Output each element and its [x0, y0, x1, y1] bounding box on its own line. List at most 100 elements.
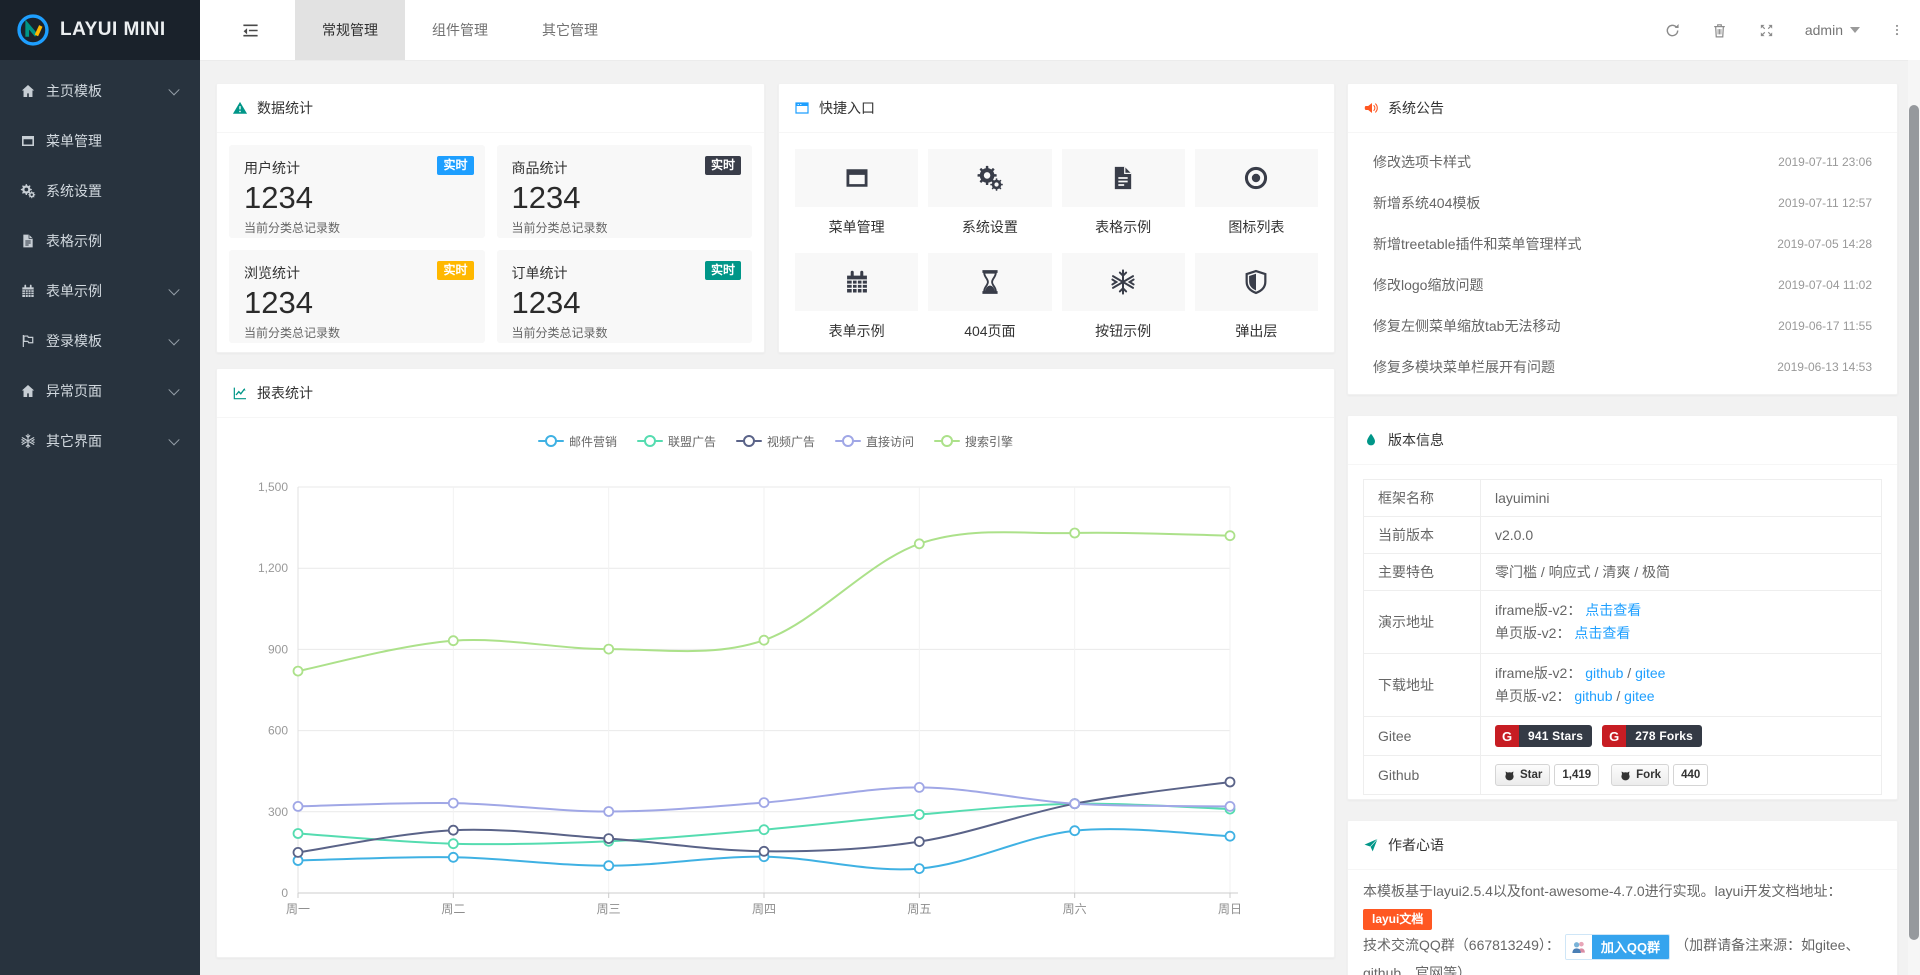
window-icon — [843, 164, 871, 192]
gitee-badge[interactable]: G278 Forks — [1602, 725, 1702, 747]
version-row-2: 主要特色零门槛 / 响应式 / 清爽 / 极简 — [1364, 554, 1882, 591]
stats-cards: 用户统计 1234 当前分类总记录数 实时 商品统计 1234 当前分类总记录数… — [217, 133, 764, 355]
kebab-menu-icon[interactable] — [1890, 21, 1904, 39]
legend-直接访问[interactable]: 直接访问 — [835, 433, 914, 450]
legend-marker-icon — [637, 435, 663, 447]
paper-plane-icon — [1363, 837, 1379, 853]
github-star-button[interactable]: Star — [1495, 764, 1550, 786]
flag-icon — [20, 333, 36, 349]
panel-title: 快捷入口 — [819, 98, 875, 118]
quick-label: 404页面 — [928, 321, 1051, 341]
panel-title: 版本信息 — [1388, 430, 1444, 450]
tab-其它管理[interactable]: 其它管理 — [515, 0, 625, 60]
notice-item-5[interactable]: 修复多模块菜单栏展开有问题 2019-06-13 14:53 — [1348, 346, 1897, 387]
sidebar: LAYUI MINI 主页模板 菜单管理 系统设置 表格示例 表单示例 登录模板… — [0, 0, 200, 975]
notice-item-3[interactable]: 修改logo缩放问题 2019-07-04 11:02 — [1348, 264, 1897, 305]
stat-label: 订单统计 — [512, 263, 738, 283]
realtime-badge: 实时 — [437, 261, 473, 280]
legend-搜索引擎[interactable]: 搜索引擎 — [934, 433, 1013, 450]
chart-legend: 邮件营销 联盟广告 视频广告 直接访问 搜索引擎 — [217, 418, 1334, 458]
sidebar-item-0[interactable]: 主页模板 — [0, 66, 200, 116]
version-row-1: 当前版本v2.0.0 — [1364, 517, 1882, 554]
github-star-count[interactable]: 1,419 — [1554, 764, 1599, 786]
quick-label: 菜单管理 — [795, 217, 918, 237]
panel-quick-entry-header: 快捷入口 — [779, 84, 1334, 133]
svg-text:周四: 周四 — [752, 902, 776, 916]
notice-item-2[interactable]: 新增treetable插件和菜单管理样式 2019-07-05 14:28 — [1348, 223, 1897, 264]
bullhorn-icon — [1363, 100, 1379, 116]
quick-entry-表格示例[interactable]: 表格示例 — [1062, 149, 1185, 253]
svg-text:0: 0 — [281, 886, 288, 900]
quick-entry-按钮示例[interactable]: 按钮示例 — [1062, 253, 1185, 357]
username: admin — [1805, 22, 1843, 38]
trash-icon[interactable] — [1711, 22, 1728, 39]
refresh-icon[interactable] — [1664, 22, 1681, 39]
quick-label: 按钮示例 — [1062, 321, 1185, 341]
quick-entry-弹出层[interactable]: 弹出层 — [1195, 253, 1318, 357]
report-chart: 邮件营销 联盟广告 视频广告 直接访问 搜索引擎 03006009001,200… — [217, 418, 1334, 957]
link-github[interactable]: github — [1574, 688, 1612, 704]
legend-联盟广告[interactable]: 联盟广告 — [637, 433, 716, 450]
sidebar-menu: 主页模板 菜单管理 系统设置 表格示例 表单示例 登录模板 异常页面 其它界面 — [0, 60, 200, 466]
svg-text:周日: 周日 — [1218, 902, 1242, 916]
svg-text:900: 900 — [268, 642, 288, 656]
quick-entry-菜单管理[interactable]: 菜单管理 — [795, 149, 918, 253]
app-title: LAYUI MINI — [60, 19, 166, 41]
quick-entry-404页面[interactable]: 404页面 — [928, 253, 1051, 357]
app-logo[interactable]: LAYUI MINI — [0, 0, 200, 60]
sidebar-item-6[interactable]: 异常页面 — [0, 366, 200, 416]
panel-title: 数据统计 — [257, 98, 313, 118]
sidebar-item-4[interactable]: 表单示例 — [0, 266, 200, 316]
scrollbar-thumb[interactable] — [1909, 105, 1919, 940]
version-label: 主要特色 — [1364, 554, 1481, 591]
sidebar-item-2[interactable]: 系统设置 — [0, 166, 200, 216]
link-gitee[interactable]: gitee — [1635, 665, 1665, 681]
panel-quick-entry: 快捷入口 菜单管理 系统设置 表格示例 图标列表 表单示例 404页面 按钮示例… — [778, 83, 1335, 353]
collapse-sidebar-icon[interactable] — [232, 0, 268, 60]
version-label: 下载地址 — [1364, 654, 1481, 717]
panel-version-info: 版本信息 框架名称layuimini当前版本v2.0.0主要特色零门槛 / 响应… — [1347, 415, 1898, 800]
quick-tile — [928, 149, 1051, 207]
sidebar-item-5[interactable]: 登录模板 — [0, 316, 200, 366]
notice-item-4[interactable]: 修复左侧菜单缩放tab无法移动 2019-06-17 11:55 — [1348, 305, 1897, 346]
realtime-badge: 实时 — [705, 261, 741, 280]
legend-视频广告[interactable]: 视频广告 — [736, 433, 815, 450]
chevron-down-icon — [168, 284, 179, 295]
panel-report-chart-header: 报表统计 — [217, 369, 1334, 418]
quick-entry-表单示例[interactable]: 表单示例 — [795, 253, 918, 357]
version-row-0: 框架名称layuimini — [1364, 480, 1882, 517]
join-qq-group-button[interactable]: 加入QQ群 — [1565, 934, 1670, 960]
layui-doc-badge[interactable]: layui文档 — [1363, 909, 1432, 930]
expand-icon[interactable] — [1758, 22, 1775, 39]
svg-text:1,200: 1,200 — [258, 561, 288, 575]
quick-tile — [1195, 253, 1318, 311]
sidebar-item-label: 表单示例 — [46, 281, 102, 301]
notice-item-0[interactable]: 修改选项卡样式 2019-07-11 23:06 — [1348, 141, 1897, 182]
legend-邮件营销[interactable]: 邮件营销 — [538, 433, 617, 450]
github-fork-count[interactable]: 440 — [1673, 764, 1708, 786]
tab-常规管理[interactable]: 常规管理 — [295, 0, 405, 60]
quick-label: 系统设置 — [928, 217, 1051, 237]
notice-time: 2019-07-11 23:06 — [1778, 155, 1872, 169]
sidebar-item-1[interactable]: 菜单管理 — [0, 116, 200, 166]
github-fork-button[interactable]: Fork — [1611, 764, 1669, 786]
quick-label: 表单示例 — [795, 321, 918, 341]
tab-组件管理[interactable]: 组件管理 — [405, 0, 515, 60]
link-gitee[interactable]: gitee — [1624, 688, 1654, 704]
link-点击查看[interactable]: 点击查看 — [1585, 602, 1641, 618]
user-menu[interactable]: admin — [1805, 22, 1860, 38]
link-点击查看[interactable]: 点击查看 — [1574, 625, 1630, 641]
link-github[interactable]: github — [1585, 665, 1623, 681]
quick-entry-系统设置[interactable]: 系统设置 — [928, 149, 1051, 253]
quick-entry-图标列表[interactable]: 图标列表 — [1195, 149, 1318, 253]
table-window-icon — [794, 100, 810, 116]
notice-item-1[interactable]: 新增系统404模板 2019-07-11 12:57 — [1348, 182, 1897, 223]
version-label: 演示地址 — [1364, 591, 1481, 654]
panel-system-notice-header: 系统公告 — [1348, 84, 1897, 133]
sidebar-item-7[interactable]: 其它界面 — [0, 416, 200, 466]
gitee-badge[interactable]: G941 Stars — [1495, 725, 1592, 747]
author-words-body: 本模板基于layui2.5.4以及font-awesome-4.7.0进行实现。… — [1348, 870, 1897, 975]
stat-value: 1234 — [512, 286, 738, 320]
sidebar-item-3[interactable]: 表格示例 — [0, 216, 200, 266]
panel-author-words-header: 作者心语 — [1348, 821, 1897, 870]
